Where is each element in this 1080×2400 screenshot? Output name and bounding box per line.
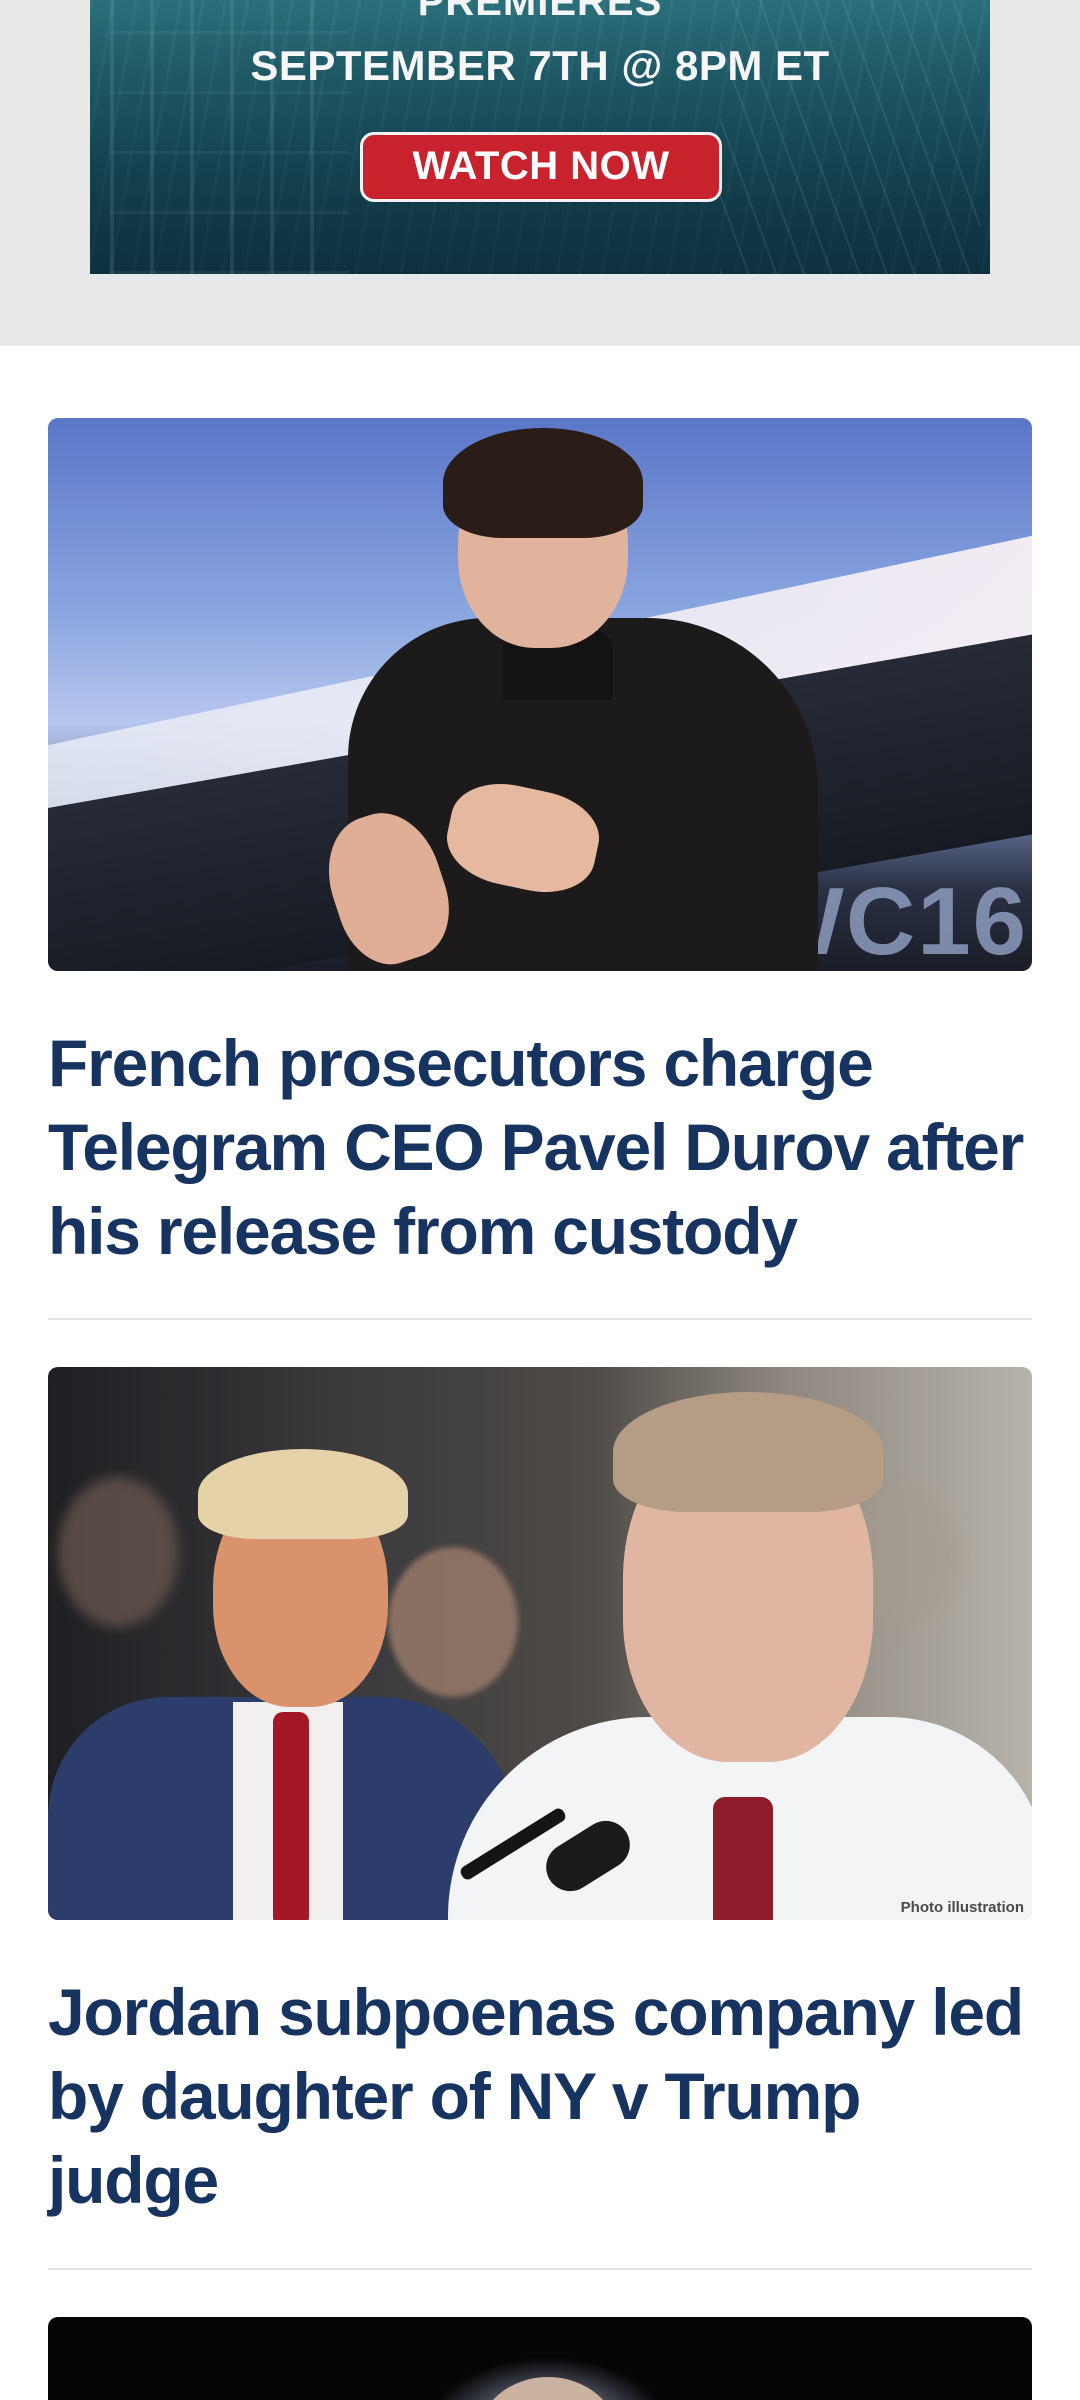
person-figure (613, 1392, 883, 1512)
article-card[interactable]: WC16 French prosecutors charge Telegram … (48, 418, 1032, 1273)
divider (48, 2268, 1032, 2270)
ad-date-text: SEPTEMBER 7TH @ 8PM ET (250, 42, 830, 89)
photo-caption: Photo illustration (900, 1899, 1024, 1916)
ad-banner[interactable]: PREMIERES SEPTEMBER 7TH @ 8PM ET WATCH N… (90, 0, 990, 274)
watch-now-button[interactable]: WATCH NOW (360, 132, 722, 202)
article-headline[interactable]: Jordan subpoenas company led by daughter… (48, 1970, 1032, 2222)
article-card[interactable]: Photo illustration Jordan subpoenas comp… (48, 1367, 1032, 2222)
article-image[interactable] (48, 2317, 1032, 2400)
person-figure (198, 1449, 408, 1539)
background-figure (388, 1547, 518, 1697)
speaker-figure (443, 428, 643, 538)
divider (48, 1318, 1032, 1320)
person-figure (713, 1797, 773, 1920)
ad-section: PREMIERES SEPTEMBER 7TH @ 8PM ET WATCH N… (0, 0, 1080, 346)
article-card[interactable] (48, 2317, 1032, 2400)
article-headline[interactable]: French prosecutors charge Telegram CEO P… (48, 1021, 1032, 1273)
ad-premieres-text: PREMIERES (417, 0, 663, 24)
article-image[interactable]: Photo illustration (48, 1367, 1032, 1920)
person-figure (273, 1712, 309, 1920)
article-image[interactable]: WC16 (48, 418, 1032, 971)
background-figure (58, 1477, 178, 1627)
